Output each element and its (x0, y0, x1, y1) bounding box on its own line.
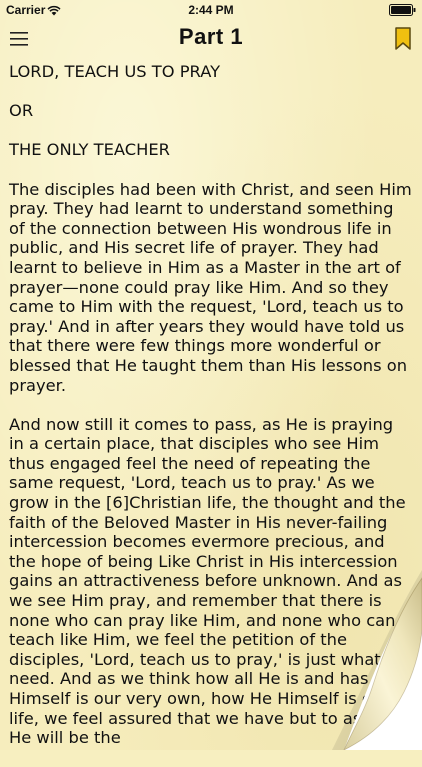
page-title: Part 1 (178, 24, 244, 49)
book-title: LORD, TEACH US TO PRAY (9, 62, 221, 81)
page-curl[interactable] (272, 570, 422, 750)
status-right (389, 4, 416, 16)
bookmark-icon (395, 27, 411, 50)
status-time: 2:44 PM (188, 3, 234, 17)
battery-icon (389, 4, 416, 16)
paragraph: The disciples had been with Christ, and … (9, 179, 412, 395)
book-title-or: OR (9, 101, 34, 121)
status-bar: Carrier 2:44 PM (0, 0, 422, 20)
bookmark-button[interactable] (394, 27, 412, 51)
navigation-bar: Part 1 (0, 20, 422, 58)
book-subtitle: THE ONLY TEACHER (9, 140, 170, 160)
